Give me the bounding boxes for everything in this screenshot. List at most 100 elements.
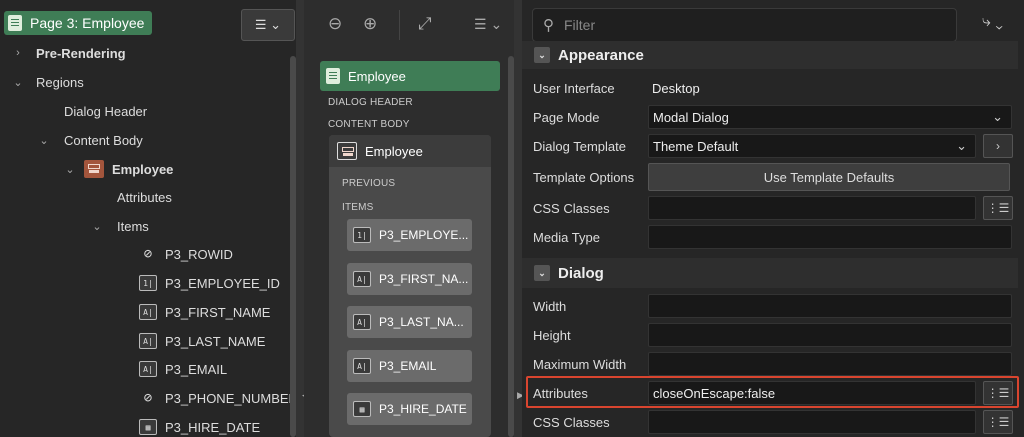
tree-node-pre-rendering[interactable]: › Pre-Rendering [12, 42, 126, 64]
prop-label: Dialog Template [533, 139, 626, 154]
text-field-icon: A| [353, 358, 371, 374]
region-icon [337, 142, 357, 160]
prop-label: Height [533, 328, 571, 343]
tree-item-p3-email[interactable]: A| P3_EMAIL [139, 358, 227, 380]
chevron-right-icon: › [16, 47, 20, 59]
media-type-input[interactable] [648, 225, 1012, 249]
go-to-group-icon[interactable]: ⤷ ⌄ [982, 13, 1003, 31]
tree-node-label: Regions [36, 74, 84, 90]
text-field-icon: A| [353, 271, 371, 287]
dialog-section-header[interactable]: ⌄ Dialog [522, 258, 1018, 288]
page-icon [8, 15, 22, 31]
filter-input[interactable] [562, 16, 926, 34]
text-field-icon: A| [139, 333, 157, 349]
layout-item[interactable]: 1| P3_EMPLOYE... [347, 219, 472, 251]
prop-label: Page Mode [533, 110, 600, 125]
right-splitter[interactable] [514, 0, 522, 437]
page-title: Page 3: Employee [30, 15, 145, 31]
height-input[interactable] [648, 323, 1012, 347]
dialog-header-slot[interactable]: DIALOG HEADER [328, 97, 413, 108]
tree-item-p3-employee-id[interactable]: 1| P3_EMPLOYEE_ID [139, 272, 280, 294]
layout-item[interactable]: ▦ P3_HIRE_DATE [347, 393, 472, 425]
user-interface-value: Desktop [652, 81, 700, 96]
dialog-template-select[interactable]: Theme Default ⌄ [648, 134, 976, 158]
layout-item-label: P3_EMAIL [379, 359, 437, 373]
search-icon: ⚲ [543, 17, 554, 34]
page-mode-select[interactable]: Modal Dialog ⌄ [648, 105, 1012, 129]
region-header[interactable]: Employee [329, 135, 491, 167]
chevron-down-icon: ⌄ [92, 220, 102, 233]
layout-item[interactable]: A| P3_LAST_NA... [347, 306, 472, 338]
tree-node-label: Pre-Rendering [36, 45, 126, 61]
layout-item-label: P3_FIRST_NA... [379, 272, 469, 286]
tree-node-items[interactable]: ⌄ Items [91, 215, 149, 237]
css-classes-input[interactable] [648, 196, 976, 220]
region-icon [84, 160, 104, 178]
attributes-highlight [526, 376, 1019, 408]
layout-page-node[interactable]: Employee [320, 61, 500, 91]
max-width-input[interactable] [648, 352, 1012, 376]
property-editor-pane: ⚲ ⤷ ⌄ ⌄ Appearance User Interface Deskto… [522, 0, 1024, 437]
tree-item-p3-rowid[interactable]: ⊘ P3_ROWID [139, 243, 233, 265]
appearance-section-header[interactable]: ⌄ Appearance [522, 41, 1018, 69]
layout-page-label: Employee [348, 68, 406, 84]
dialog-css-classes-picker-button[interactable]: ⋮☰ [983, 410, 1013, 434]
section-title: Dialog [558, 264, 604, 282]
template-options-button[interactable]: Use Template Defaults [648, 163, 1010, 191]
zoom-out-icon[interactable]: ⊖ [328, 14, 342, 34]
tree-item-p3-last-name[interactable]: A| P3_LAST_NAME [139, 330, 265, 352]
chevron-right-icon: › [996, 139, 1000, 153]
tree-menu-button[interactable]: ☰ ⌄ [241, 9, 295, 41]
prop-label: CSS Classes [533, 415, 610, 430]
region-label: Employee [365, 143, 423, 159]
select-value: Modal Dialog [653, 109, 729, 125]
tree-item-label: P3_LAST_NAME [165, 333, 266, 349]
previous-slot[interactable]: PREVIOUS [342, 178, 395, 189]
calendar-icon: ▦ [139, 419, 157, 435]
chevron-down-icon: ⌄ [956, 138, 967, 153]
tree-item-p3-phone-number[interactable]: ⊘ P3_PHONE_NUMBER [139, 387, 296, 409]
tree-item-label: P3_FIRST_NAME [165, 304, 271, 320]
toolbar-divider [399, 10, 400, 40]
chevron-down-icon: ⌄ [534, 265, 550, 281]
calendar-icon: ▦ [353, 401, 371, 417]
css-classes-picker-button[interactable]: ⋮☰ [983, 196, 1013, 220]
text-field-icon: A| [139, 304, 157, 320]
left-splitter[interactable] [296, 0, 304, 437]
chevron-down-icon: ⌄ [65, 163, 75, 176]
menu-icon[interactable]: ☰ ⌄ [474, 16, 502, 33]
tree-node-label: Items [117, 218, 149, 234]
rendering-tree-pane: Page 3: Employee ☰ ⌄ › Pre-Rendering ⌄ R… [0, 0, 296, 437]
layout-item[interactable]: A| P3_FIRST_NA... [347, 263, 472, 295]
go-to-template-button[interactable]: › [983, 134, 1013, 158]
tree-node-regions[interactable]: ⌄ Regions [12, 71, 84, 93]
tree-item-label: P3_EMPLOYEE_ID [165, 275, 280, 291]
chevron-down-icon: ⌄ [992, 109, 1003, 124]
layout-item[interactable]: A| P3_EMAIL [347, 350, 472, 382]
list-icon: ⋮☰ [986, 201, 1010, 215]
dialog-css-classes-input[interactable] [648, 410, 976, 434]
text-field-icon: A| [353, 314, 371, 330]
hidden-item-icon: ⊘ [143, 390, 153, 406]
layout-pane: ⊖ ⊕ ⤢ ☰ ⌄ Employee DIALOG HEADER CONTENT… [304, 0, 514, 437]
tree-node-label: Content Body [64, 132, 143, 148]
prop-label: Template Options [533, 170, 635, 185]
items-slot[interactable]: ITEMS [342, 202, 374, 213]
tree-node-label: Attributes [117, 189, 172, 205]
width-input[interactable] [648, 294, 1012, 318]
content-body-slot[interactable]: CONTENT BODY [328, 119, 410, 130]
tree-node-dialog-header[interactable]: Dialog Header [64, 100, 147, 122]
tree-item-p3-hire-date[interactable]: ▦ P3_HIRE_DATE [139, 416, 260, 437]
page-node[interactable]: Page 3: Employee [4, 11, 153, 35]
tree-node-content-body[interactable]: ⌄ Content Body [38, 129, 143, 151]
tree-node-attributes[interactable]: Attributes [117, 186, 172, 208]
tree-item-label: P3_PHONE_NUMBER [165, 390, 296, 406]
text-field-icon: A| [139, 361, 157, 377]
tree-item-p3-first-name[interactable]: A| P3_FIRST_NAME [139, 301, 270, 323]
tree-node-employee[interactable]: ⌄ Employee [64, 157, 173, 181]
zoom-in-icon[interactable]: ⊕ [363, 14, 377, 34]
tree-node-label: Employee [112, 161, 174, 177]
menu-icon: ☰ ⌄ [254, 17, 282, 32]
expand-icon[interactable]: ⤢ [418, 14, 432, 34]
select-value: Theme Default [653, 138, 739, 154]
